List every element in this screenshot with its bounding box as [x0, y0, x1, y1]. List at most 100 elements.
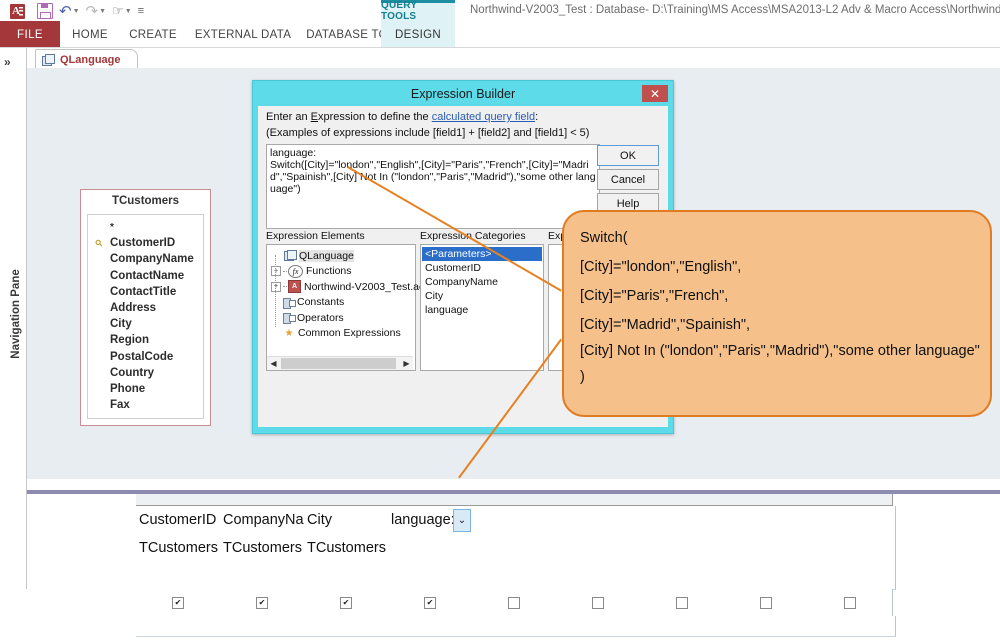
grid-table-cell[interactable]: TCustomers	[136, 534, 224, 563]
grid-sort-cell[interactable]	[724, 562, 812, 590]
show-checkbox[interactable]	[256, 597, 268, 609]
tree-item-functions[interactable]: +fxFunctions	[271, 264, 352, 279]
grid-show-cell[interactable]	[724, 589, 809, 617]
grid-field-cell[interactable]	[640, 506, 728, 535]
save-icon[interactable]	[28, 0, 56, 22]
grid-show-cell[interactable]	[220, 589, 305, 617]
list-item[interactable]: ContactTitle	[88, 284, 203, 300]
grid-show-cell[interactable]	[136, 589, 221, 617]
grid-sort-cell[interactable]	[808, 562, 896, 590]
tab-external-data[interactable]: EXTERNAL DATA	[186, 21, 300, 48]
calculated-query-field-link[interactable]: calculated query field	[432, 111, 535, 123]
grid-table-cell[interactable]	[556, 534, 644, 563]
tree-item-constants[interactable]: Constants	[283, 295, 344, 310]
grid-table-cell[interactable]	[724, 534, 812, 563]
grid-show-cell[interactable]	[808, 589, 893, 617]
touch-mode-icon[interactable]: ☞▼	[109, 0, 135, 22]
grid-show-cell[interactable]	[556, 589, 641, 617]
grid-criteria-cell[interactable]	[724, 616, 812, 637]
grid-criteria-cell[interactable]	[304, 616, 392, 637]
show-checkbox[interactable]	[340, 597, 352, 609]
tree-item-qlanguage[interactable]: QLanguage	[283, 248, 354, 263]
grid-criteria-cell[interactable]	[556, 616, 644, 637]
grid-field-cell[interactable]	[724, 506, 812, 535]
undo-icon[interactable]: ↶▼	[56, 0, 83, 22]
list-item[interactable]: ContactName	[88, 268, 203, 284]
list-item[interactable]: Address	[88, 300, 203, 316]
ok-button[interactable]: OK	[597, 145, 659, 166]
chevron-down-icon[interactable]: ⌄	[453, 509, 471, 532]
tree-horizontal-scrollbar[interactable]: ◀ ▶	[267, 356, 413, 370]
grid-sort-cell[interactable]	[640, 562, 728, 590]
grid-show-cell[interactable]	[388, 589, 473, 617]
expand-icon[interactable]: +	[271, 282, 281, 292]
show-checkbox[interactable]	[676, 597, 688, 609]
show-checkbox[interactable]	[760, 597, 772, 609]
grid-table-cell[interactable]: TCustomers	[304, 534, 392, 563]
grid-criteria-cell[interactable]	[136, 616, 224, 637]
expand-icon[interactable]: +	[271, 266, 281, 276]
close-icon[interactable]: ✕	[642, 85, 668, 102]
expression-elements-tree[interactable]: ◀ ▶ QLanguage+fxFunctions+ANorthwind-V20…	[266, 244, 416, 371]
grid-table-cell[interactable]	[472, 534, 560, 563]
category-item-language[interactable]: language	[422, 303, 542, 317]
grid-column-selector[interactable]	[136, 494, 221, 506]
category-item-companyname[interactable]: CompanyName	[422, 275, 542, 289]
grid-criteria-cell[interactable]	[808, 616, 896, 637]
grid-sort-cell[interactable]	[220, 562, 308, 590]
grid-column-selector[interactable]	[304, 494, 389, 506]
redo-icon[interactable]: ↷▼	[83, 0, 110, 22]
document-tab-qlanguage[interactable]: QLanguage	[35, 49, 138, 69]
grid-table-cell[interactable]: TCustomers	[220, 534, 308, 563]
grid-field-cell[interactable]	[556, 506, 644, 535]
scroll-right-icon[interactable]: ▶	[400, 357, 413, 370]
grid-sort-cell[interactable]	[388, 562, 476, 590]
grid-field-cell[interactable]	[808, 506, 896, 535]
customize-qat-icon[interactable]: ≡	[135, 0, 147, 22]
navigation-pane[interactable]: » Navigation Pane	[0, 48, 27, 589]
tree-item-northwind-v2003-test-ac[interactable]: +ANorthwind-V2003_Test.ac	[271, 279, 424, 294]
expression-categories-list[interactable]: <Parameters>CustomerIDCompanyNameCitylan…	[420, 244, 544, 371]
list-item[interactable]: ⚲CustomerID	[88, 235, 203, 251]
table-field-list-tcustomers[interactable]: TCustomers * ⚲CustomerID CompanyName Con…	[80, 189, 211, 426]
grid-column-selector[interactable]	[556, 494, 641, 506]
show-checkbox[interactable]	[592, 597, 604, 609]
list-item[interactable]: *	[88, 219, 203, 235]
show-checkbox[interactable]	[424, 597, 436, 609]
tab-create[interactable]: CREATE	[120, 21, 186, 48]
grid-table-cell[interactable]	[640, 534, 728, 563]
grid-sort-cell[interactable]	[472, 562, 560, 590]
show-checkbox[interactable]	[172, 597, 184, 609]
tree-item-common-expressions[interactable]: ★Common Expressions	[283, 326, 401, 341]
grid-sort-cell[interactable]	[136, 562, 224, 590]
scroll-left-icon[interactable]: ◀	[267, 357, 280, 370]
grid-show-cell[interactable]	[472, 589, 557, 617]
tab-file[interactable]: FILE	[0, 21, 60, 48]
list-item[interactable]: Fax	[88, 397, 203, 413]
grid-sort-cell[interactable]	[556, 562, 644, 590]
list-item[interactable]: Region	[88, 332, 203, 348]
grid-field-cell[interactable]: CustomerID	[136, 506, 224, 535]
category-item-parameters[interactable]: <Parameters>	[422, 247, 542, 261]
grid-column-selector[interactable]	[472, 494, 557, 506]
grid-show-cell[interactable]	[304, 589, 389, 617]
scrollbar-thumb[interactable]	[281, 358, 396, 369]
grid-field-cell[interactable]	[472, 506, 560, 535]
cancel-button[interactable]: Cancel	[597, 169, 659, 190]
list-item[interactable]: CompanyName	[88, 251, 203, 267]
list-item[interactable]: Country	[88, 365, 203, 381]
grid-column-selector[interactable]	[220, 494, 305, 506]
grid-column-selector[interactable]	[640, 494, 725, 506]
grid-table-cell[interactable]	[808, 534, 896, 563]
grid-criteria-cell[interactable]	[472, 616, 560, 637]
tab-design[interactable]: DESIGN	[381, 21, 455, 48]
show-checkbox[interactable]	[508, 597, 520, 609]
category-item-city[interactable]: City	[422, 289, 542, 303]
list-item[interactable]: City	[88, 316, 203, 332]
grid-show-cell[interactable]	[640, 589, 725, 617]
grid-column-selector[interactable]	[808, 494, 893, 506]
tab-home[interactable]: HOME	[60, 21, 120, 48]
grid-column-selector[interactable]	[724, 494, 809, 506]
tree-item-operators[interactable]: Operators	[283, 310, 344, 325]
grid-criteria-cell[interactable]	[388, 616, 476, 637]
